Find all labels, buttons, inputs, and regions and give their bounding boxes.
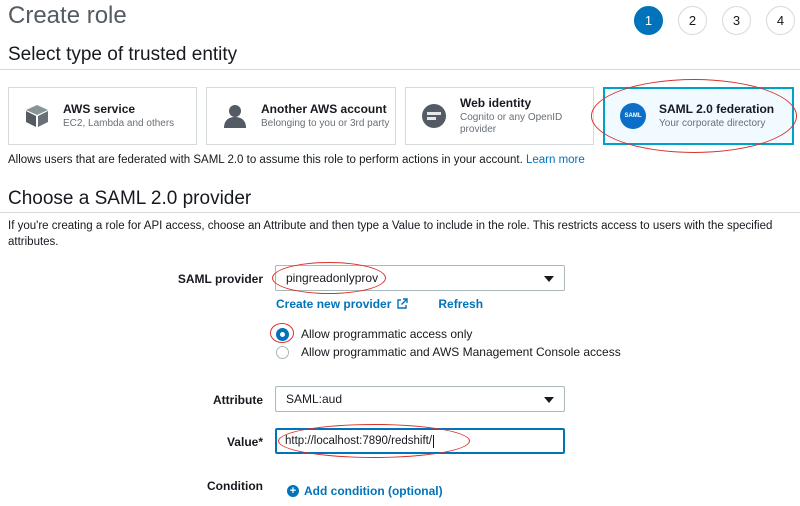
radio-label: Allow programmatic access only — [301, 327, 473, 341]
card-aws-service[interactable]: AWS service EC2, Lambda and others — [8, 87, 197, 145]
card-title: AWS service — [63, 102, 136, 116]
radio-button[interactable] — [276, 345, 289, 359]
provider-description: If you're creating a role for API access… — [8, 220, 773, 248]
card-subtitle: EC2, Lambda and others — [63, 118, 175, 129]
divider — [0, 212, 800, 213]
condition-label: Condition — [207, 479, 263, 493]
radio-programmatic-and-console[interactable]: Allow programmatic and AWS Management Co… — [276, 345, 621, 359]
step-4[interactable]: 4 — [766, 6, 795, 35]
plus-circle-icon: + — [287, 485, 299, 497]
card-subtitle: Belonging to you or 3rd party — [261, 118, 390, 129]
step-3[interactable]: 3 — [722, 6, 751, 35]
web-identity-icon — [420, 102, 448, 130]
radio-button[interactable] — [276, 327, 289, 341]
saml-provider-value: pingreadonlyprov — [286, 271, 379, 285]
saml-icon: SAML — [619, 102, 647, 130]
text-cursor — [433, 434, 435, 448]
external-link-icon — [396, 298, 409, 310]
step-1[interactable]: 1 — [634, 6, 663, 35]
card-web-identity[interactable]: Web identity Cognito or any OpenID provi… — [405, 87, 594, 145]
chevron-down-icon — [544, 397, 554, 403]
trusted-entity-info: Allows users that are federated with SAM… — [8, 154, 585, 166]
learn-more-link[interactable]: Learn more — [526, 154, 585, 166]
step-2[interactable]: 2 — [678, 6, 707, 35]
refresh-link[interactable]: Refresh — [438, 297, 483, 311]
card-title: Web identity — [460, 96, 532, 110]
saml-provider-label: SAML provider — [177, 272, 263, 286]
cube-icon — [23, 102, 51, 130]
card-saml-federation[interactable]: SAML SAML 2.0 federation Your corporate … — [603, 87, 794, 145]
attribute-select[interactable]: SAML:aud — [275, 386, 565, 412]
trusted-entity-heading: Select type of trusted entity — [8, 44, 238, 65]
value-label: Value* — [226, 435, 263, 449]
attribute-label: Attribute — [213, 393, 263, 407]
radio-programmatic-only[interactable]: Allow programmatic access only — [276, 327, 472, 341]
attribute-value: SAML:aud — [286, 392, 343, 406]
divider — [0, 69, 800, 70]
value-input[interactable]: http://localhost:7890/redshift/ — [275, 428, 565, 454]
user-icon — [221, 102, 249, 130]
radio-label: Allow programmatic and AWS Management Co… — [301, 345, 621, 359]
add-condition-button[interactable]: + Add condition (optional) — [287, 484, 443, 498]
step-indicator: 1 2 3 4 — [634, 6, 795, 35]
create-new-provider-link[interactable]: Create new provider — [276, 297, 391, 311]
card-title: Another AWS account — [261, 102, 387, 116]
card-another-aws-account[interactable]: Another AWS account Belonging to you or … — [206, 87, 396, 145]
add-condition-label: Add condition (optional) — [304, 484, 443, 498]
chevron-down-icon — [544, 276, 554, 282]
saml-icon-label: SAML — [620, 103, 646, 129]
saml-provider-select[interactable]: pingreadonlyprov — [275, 265, 565, 291]
info-text: Allows users that are federated with SAM… — [8, 154, 523, 166]
card-title: SAML 2.0 federation — [659, 102, 775, 116]
saml-provider-heading: Choose a SAML 2.0 provider — [8, 188, 252, 209]
page-title: Create role — [8, 2, 127, 29]
value-input-text: http://localhost:7890/redshift/ — [285, 435, 433, 447]
card-subtitle: Your corporate directory — [659, 118, 766, 129]
provider-actions: Create new provider Refresh — [276, 297, 483, 311]
card-subtitle: Cognito or any OpenID provider — [460, 112, 563, 135]
